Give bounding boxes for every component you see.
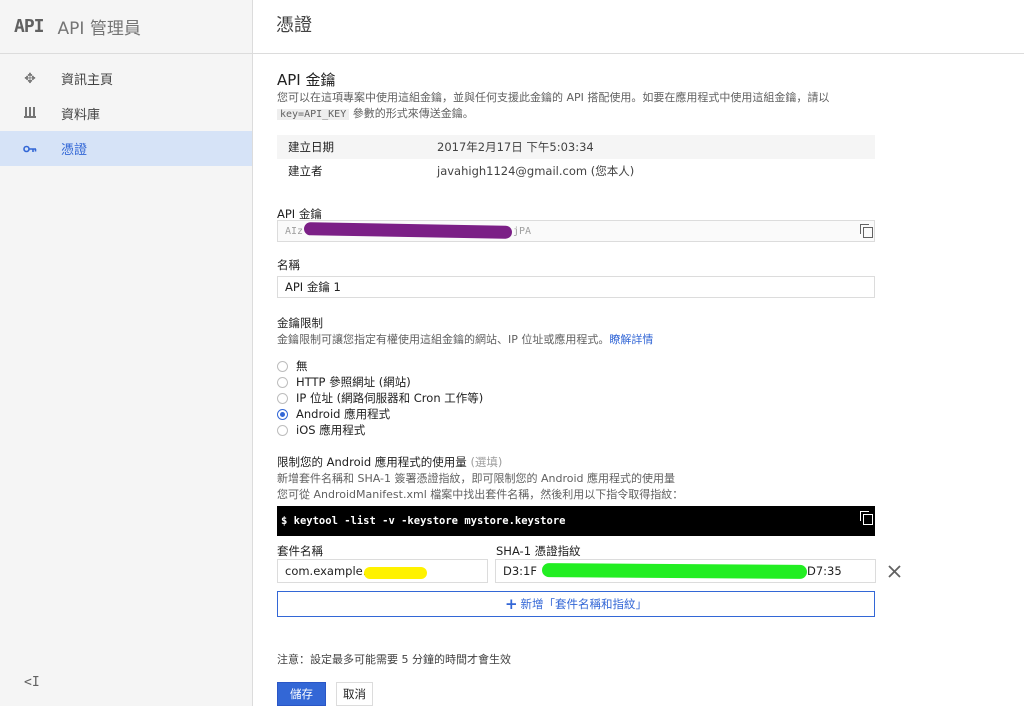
restriction-title: 金鑰限制 (277, 316, 323, 330)
section-title: API 金鑰 (277, 71, 336, 89)
command-text: $ keytool -list -v -keystore mystore.key… (281, 515, 566, 527)
app-title: API 管理員 (57, 19, 141, 39)
page-title: 憑證 (276, 15, 312, 36)
api-key-start: AIz (285, 225, 304, 237)
sidebar-item-library[interactable]: 資料庫 (0, 96, 252, 131)
sidebar-nav: ✥ 資訊主頁 資料庫 憑證 (0, 54, 252, 166)
radio-none[interactable]: 無 (277, 358, 308, 374)
keytool-command: $ keytool -list -v -keystore mystore.key… (277, 506, 875, 536)
radio-android[interactable]: Android 應用程式 (277, 406, 390, 422)
settings-note: 注意：設定最多可能需要 5 分鐘的時間才會生效 (277, 653, 511, 666)
plus-icon: + (504, 595, 518, 613)
api-key-end: jPA (513, 225, 532, 237)
sidebar: API API 管理員 ✥ 資訊主頁 資料庫 憑證 <I (0, 0, 253, 706)
android-desc-1: 新增套件名稱和 SHA-1 簽署憑證指紋，即可限制您的 Android 應用程式… (277, 472, 676, 485)
brand-bar: API API 管理員 (0, 0, 252, 54)
radio-label: IP 位址 (網路伺服器和 Cron 工作等) (296, 391, 484, 405)
sidebar-item-label: 憑證 (61, 143, 88, 158)
name-input[interactable]: API 金鑰 1 (277, 276, 875, 298)
radio-button[interactable] (277, 360, 288, 372)
desc-text: 您可以在這項專案中使用這組金鑰，並與任何支援此金鑰的 API 搭配使用。如要在應… (277, 91, 830, 104)
created-value: 2017年2月17日 下午5:03:34 (437, 140, 594, 154)
restriction-desc-text: 金鑰限制可讓您指定有權使用這組金鑰的網站、IP 位址或應用程式。 (277, 333, 610, 346)
remove-entry-icon[interactable] (887, 559, 901, 583)
key-metadata: 建立日期 2017年2月17日 下午5:03:34 建立者 javahigh11… (277, 135, 875, 183)
copy-icon[interactable] (860, 511, 873, 525)
key-icon (20, 141, 40, 157)
sidebar-item-label: 資料庫 (61, 108, 101, 123)
section-description: 您可以在這項專案中使用這組金鑰，並與任何支援此金鑰的 API 搭配使用。如要在應… (277, 90, 877, 123)
sha1-label: SHA-1 憑證指紋 (496, 544, 581, 558)
name-label: 名稱 (277, 258, 300, 272)
radio-label: HTTP 參照網址 (網站) (296, 375, 411, 389)
package-name-value: com.example. (285, 564, 367, 578)
radio-label: 無 (296, 359, 308, 373)
sidebar-item-label: 資訊主頁 (61, 73, 114, 88)
creator-label: 建立者 (288, 164, 323, 178)
android-title: 限制您的 Android 應用程式的使用量 (選填) (277, 454, 502, 470)
package-name-label: 套件名稱 (277, 544, 323, 558)
sidebar-item-credentials[interactable]: 憑證 (0, 131, 252, 166)
library-icon (20, 106, 40, 122)
desc-text: 參數的形式來傳送金鑰。 (352, 107, 474, 120)
copy-icon[interactable] (860, 224, 873, 238)
android-title-text: 限制您的 Android 應用程式的使用量 (277, 455, 467, 469)
add-button-label: 新增「套件名稱和指紋」 (520, 597, 648, 611)
learn-more-link[interactable]: 瞭解詳情 (609, 333, 653, 346)
redaction-mark (541, 563, 808, 579)
radio-label: iOS 應用程式 (296, 423, 366, 437)
sha1-start: D3:1F (503, 564, 537, 578)
save-button[interactable]: 儲存 (277, 682, 326, 706)
radio-label: Android 應用程式 (296, 407, 391, 421)
radio-button[interactable] (277, 408, 288, 420)
android-desc-2: 您可從 AndroidManifest.xml 檔案中找出套件名稱，然後利用以下… (277, 488, 684, 501)
sidebar-item-dashboard[interactable]: ✥ 資訊主頁 (0, 61, 252, 96)
redaction-mark (364, 567, 427, 579)
radio-ip-address[interactable]: IP 位址 (網路伺服器和 Cron 工作等) (277, 390, 483, 406)
restriction-description: 金鑰限制可讓您指定有權使用這組金鑰的網站、IP 位址或應用程式。瞭解詳情 (277, 332, 653, 348)
radio-button[interactable] (277, 376, 288, 388)
radio-ios[interactable]: iOS 應用程式 (277, 422, 365, 438)
page-header: 憑證 (253, 0, 1024, 54)
optional-tag: (選填) (470, 455, 503, 469)
key-param-code: key=API_KEY (277, 109, 350, 120)
radio-http-referrer[interactable]: HTTP 參照網址 (網站) (277, 374, 411, 390)
sha1-end: D7:35 (807, 564, 842, 578)
radio-button[interactable] (277, 392, 288, 404)
dashboard-icon: ✥ (24, 70, 36, 87)
created-label: 建立日期 (288, 140, 334, 154)
creator-row: 建立者 javahigh1124@gmail.com (您本人) (277, 159, 875, 183)
creator-value: javahigh1124@gmail.com (您本人) (437, 164, 635, 178)
collapse-sidebar-icon[interactable]: <I (24, 675, 40, 690)
api-logo: API (14, 16, 44, 37)
cancel-button[interactable]: 取消 (336, 682, 373, 706)
radio-button[interactable] (277, 424, 288, 436)
created-row: 建立日期 2017年2月17日 下午5:03:34 (277, 135, 875, 159)
add-package-fingerprint-button[interactable]: + 新增「套件名稱和指紋」 (277, 591, 875, 617)
